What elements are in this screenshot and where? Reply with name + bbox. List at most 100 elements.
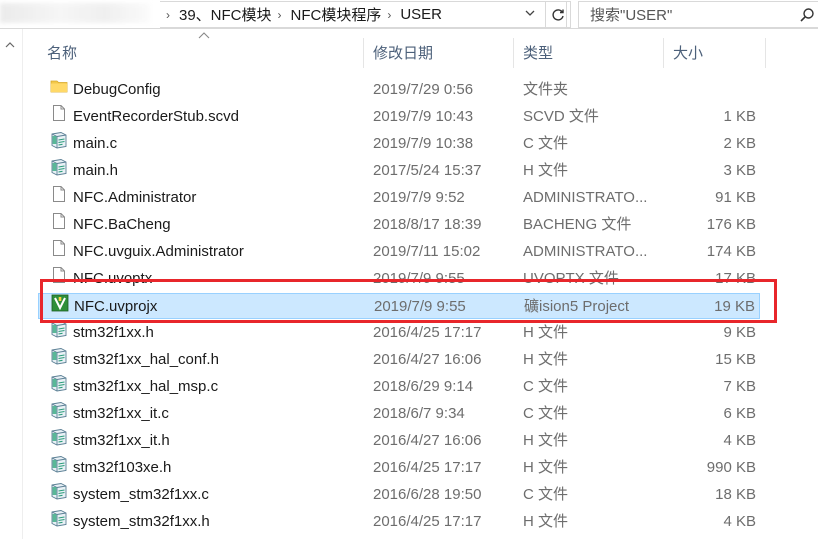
folder-icon (50, 77, 68, 103)
file-date: 2016/6/28 19:50 (373, 486, 482, 503)
file-name: stm32f1xx_it.c (73, 405, 169, 422)
breadcrumb-label: USER (400, 6, 443, 23)
file-row[interactable]: NFC.uvguix.Administrator 2019/7/11 15:02 A… (38, 239, 760, 265)
file-type: C 文件 (523, 405, 569, 422)
chevron-right-icon[interactable]: › (278, 8, 282, 22)
file-name: main.c (73, 135, 118, 152)
file-type: C 文件 (523, 378, 569, 395)
file-name: NFC.uvoptx (73, 270, 153, 287)
file-size: 18 KB (715, 486, 756, 503)
file-size: 2 KB (723, 135, 756, 152)
file-type: H 文件 (523, 459, 569, 476)
breadcrumb-separator-root[interactable]: › (160, 8, 179, 22)
column-header-name[interactable]: 名称 (47, 38, 77, 66)
chevron-right-icon[interactable]: › (387, 8, 391, 22)
file-icon (50, 239, 68, 265)
file-name: stm32f103xe.h (73, 459, 172, 476)
file-row[interactable]: EventRecorderStub.scvd 2019/7/9 10:43 SCVD… (38, 104, 760, 130)
file-name: stm32f1xx_hal_msp.c (73, 378, 219, 395)
file-size: 4 KB (723, 432, 756, 449)
file-row[interactable]: stm32f1xx_it.h 2016/4/27 16:06 H 文件 4 KB (38, 428, 760, 454)
file-size: 9 KB (723, 324, 756, 341)
file-date: 2019/7/11 15:02 (373, 243, 481, 260)
file-date: 2019/7/9 9:55 (373, 270, 465, 287)
file-row[interactable]: system_stm32f1xx.h 2016/4/25 17:17 H 文件 4 K… (38, 509, 760, 535)
file-name: system_stm32f1xx.h (73, 513, 210, 530)
source-file-icon (50, 482, 68, 508)
column-divider[interactable] (663, 38, 664, 68)
file-row[interactable]: DebugConfig 2019/7/29 0:56 文件夹 (38, 77, 760, 103)
breadcrumb-label: NFC模块程序 (290, 7, 382, 24)
refresh-button[interactable] (545, 1, 571, 28)
column-header-size[interactable]: 大小 (673, 38, 703, 66)
file-size: 91 KB (715, 189, 756, 206)
file-type: ADMINISTRATO... (523, 189, 648, 206)
file-date: 2017/5/24 15:37 (373, 162, 482, 179)
file-row[interactable]: NFC.uvoptx 2019/7/9 9:55 UVOPTX 文件 17 KB (38, 266, 760, 292)
breadcrumb[interactable]: › 39、NFC模块 › NFC模块程序 › USER (160, 1, 567, 28)
file-name: NFC.Administrator (73, 189, 197, 206)
file-row[interactable]: stm32f1xx_hal_msp.c 2018/6/29 9:14 C 文件 7 K… (38, 374, 760, 400)
file-icon (50, 212, 68, 238)
chevron-down-icon[interactable] (524, 4, 536, 22)
file-row[interactable]: NFC.BaCheng 2018/8/17 18:39 BACHENG 文件 176 … (38, 212, 760, 238)
file-date: 2019/7/9 9:52 (373, 189, 465, 206)
file-row[interactable]: system_stm32f1xx.c 2016/6/28 19:50 C 文件 18 … (38, 482, 760, 508)
file-type: ADMINISTRATO... (523, 243, 648, 260)
column-header-date[interactable]: 修改日期 (373, 38, 433, 66)
file-icon (50, 104, 68, 130)
file-date: 2016/4/27 16:06 (373, 351, 482, 368)
column-divider[interactable] (765, 38, 766, 68)
file-row[interactable]: stm32f1xx_it.c 2018/6/7 9:34 C 文件 6 KB (38, 401, 760, 427)
sort-ascending-icon (198, 31, 210, 39)
file-type: 文件夹 (523, 81, 569, 98)
file-name: NFC.uvguix.Administrator (73, 243, 244, 260)
file-name: stm32f1xx_hal_conf.h (73, 351, 219, 368)
column-header-label: 名称 (47, 44, 78, 62)
file-name: NFC.BaCheng (73, 216, 171, 233)
file-icon (50, 266, 68, 292)
file-date: 2016/4/25 17:17 (373, 459, 482, 476)
source-file-icon (50, 455, 68, 481)
file-type: H 文件 (523, 162, 569, 179)
file-date: 2016/4/27 16:06 (373, 432, 482, 449)
file-date: 2018/6/7 9:34 (373, 405, 465, 422)
breadcrumb-item-nfc-program[interactable]: NFC模块程序 › (291, 4, 401, 25)
file-type: 礦ision5 Project (524, 298, 630, 315)
file-date: 2019/7/9 10:43 (373, 108, 474, 125)
source-file-icon (50, 401, 68, 427)
file-name: system_stm32f1xx.c (73, 486, 209, 503)
breadcrumb-item-nfc-module[interactable]: 39、NFC模块 › (179, 4, 291, 25)
column-header-label: 类型 (523, 44, 554, 62)
file-type: H 文件 (523, 351, 569, 368)
column-header-label: 修改日期 (373, 44, 434, 62)
navigation-pane-edge (0, 29, 23, 539)
source-file-icon (50, 320, 68, 346)
file-date: 2018/8/17 18:39 (373, 216, 482, 233)
file-size: 6 KB (723, 405, 756, 422)
file-date: 2016/4/25 17:17 (373, 324, 482, 341)
search-input[interactable]: 搜索"USER" (590, 4, 672, 25)
file-type: H 文件 (523, 324, 569, 341)
file-row[interactable]: stm32f103xe.h 2016/4/25 17:17 H 文件 990 KB (38, 455, 760, 481)
column-divider[interactable] (363, 38, 364, 68)
file-size: 19 KB (714, 298, 755, 315)
file-row[interactable]: NFC.Administrator 2019/7/9 9:52 ADMINISTRA… (38, 185, 760, 211)
scroll-up-icon[interactable] (5, 41, 15, 49)
file-row[interactable]: NFC.uvprojx 2019/7/9 9:55 礦ision5 Project 1… (38, 293, 760, 319)
refresh-icon (550, 7, 566, 23)
file-row[interactable]: stm32f1xx_hal_conf.h 2016/4/27 16:06 H 文件 1… (38, 347, 760, 373)
file-size: 3 KB (723, 162, 756, 179)
breadcrumb-item-user[interactable]: USER (400, 6, 442, 23)
search-box[interactable]: 搜索"USER" (578, 1, 818, 28)
column-header-type[interactable]: 类型 (523, 38, 553, 66)
keil-project-icon (51, 294, 69, 320)
file-type: BACHENG 文件 (523, 216, 632, 233)
file-row[interactable]: main.h 2017/5/24 15:37 H 文件 3 KB (38, 158, 760, 184)
file-name: main.h (73, 162, 119, 179)
file-row[interactable]: main.c 2019/7/9 10:38 C 文件 2 KB (38, 131, 760, 157)
search-icon[interactable] (799, 7, 815, 23)
column-divider[interactable] (513, 38, 514, 68)
file-date: 2019/7/9 9:55 (374, 298, 466, 315)
file-row[interactable]: stm32f1xx.h 2016/4/25 17:17 H 文件 9 KB (38, 320, 760, 346)
